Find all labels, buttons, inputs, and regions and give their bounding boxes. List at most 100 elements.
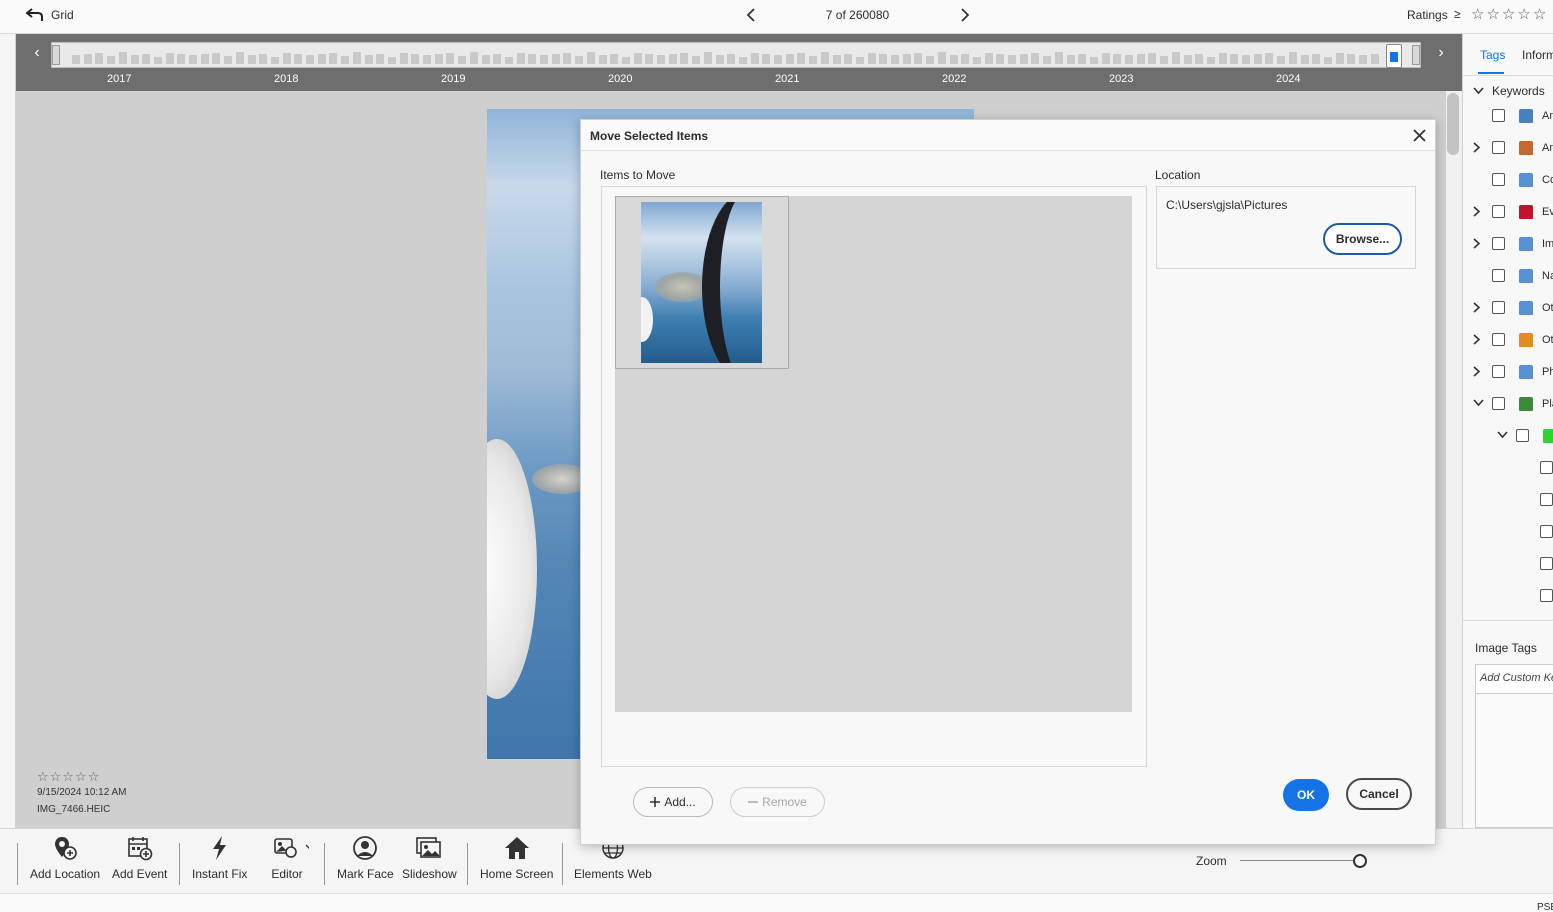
photo-rating-stars[interactable]: ☆☆☆☆☆	[37, 769, 127, 785]
item-thumbnail[interactable]	[615, 196, 789, 369]
keyword-checkbox[interactable]	[1540, 525, 1553, 538]
home-screen-button[interactable]: Home Screen	[480, 835, 553, 881]
timeline-bar	[142, 54, 151, 64]
timeline-start-handle[interactable]	[52, 45, 60, 65]
chevron-right-icon[interactable]	[1473, 302, 1483, 313]
timeline-bar	[1230, 54, 1239, 64]
add-items-button[interactable]: Add...	[633, 787, 713, 817]
keyword-checkbox[interactable]	[1540, 493, 1553, 506]
keyword-checkbox[interactable]	[1540, 461, 1553, 474]
timeline-year: 2023	[1109, 73, 1134, 85]
dialog-close-button[interactable]	[1411, 127, 1428, 144]
editor-button[interactable]: Editor	[265, 835, 309, 881]
star-icon[interactable]: ☆	[1486, 5, 1499, 23]
keyword-checkbox[interactable]	[1492, 301, 1505, 314]
chevron-right-icon[interactable]	[1473, 366, 1483, 377]
timeline-bar	[1078, 54, 1087, 64]
ratings-operator[interactable]: ≥	[1454, 7, 1461, 21]
keyword-checkbox[interactable]	[1492, 205, 1505, 218]
timeline-bar	[1054, 52, 1063, 64]
timeline-bar	[961, 54, 970, 64]
chevron-down-icon[interactable]	[1497, 430, 1508, 440]
keyword-label[interactable]: Ph	[1542, 366, 1553, 378]
keyword-checkbox[interactable]	[1492, 173, 1505, 186]
remove-items-button[interactable]: Remove	[730, 787, 825, 817]
timeline-bar	[1288, 52, 1297, 64]
next-photo-button[interactable]	[954, 6, 974, 24]
house-icon	[1519, 109, 1533, 123]
keyword-label[interactable]: An	[1542, 142, 1553, 154]
keyword-checkbox[interactable]	[1516, 429, 1529, 442]
tab-information[interactable]: Inform	[1522, 48, 1553, 62]
back-to-grid-button[interactable]: Grid	[26, 7, 74, 22]
timeline-next-button[interactable]: ›	[1434, 44, 1448, 64]
keyword-checkbox[interactable]	[1540, 557, 1553, 570]
items-to-move-list[interactable]	[615, 196, 1132, 712]
timeline-bar	[364, 55, 373, 64]
star-icon[interactable]: ☆	[1517, 5, 1530, 23]
keyword-label[interactable]: Co	[1542, 174, 1553, 186]
chevron-down-icon[interactable]	[1473, 398, 1484, 408]
mark-face-button[interactable]: Mark Face	[337, 835, 394, 881]
timeline-bar	[984, 53, 993, 64]
keyword-label[interactable]: An	[1542, 110, 1553, 122]
timeline-bar	[575, 56, 584, 64]
keyword-checkbox[interactable]	[1492, 365, 1505, 378]
timeline-bar	[399, 53, 408, 64]
star-icon[interactable]: ☆	[1502, 5, 1515, 23]
timeline-bar	[329, 53, 338, 64]
keyword-checkbox[interactable]	[1492, 237, 1505, 250]
star-icon[interactable]: ☆	[1533, 5, 1546, 23]
face-icon	[353, 836, 378, 860]
keyword-label[interactable]: Pla	[1542, 398, 1553, 410]
timeline-end-handle[interactable]	[1412, 45, 1420, 65]
right-panel: Tags Inform Keywords An An Co Ev Im Na Ot Ot Ph P…	[1462, 34, 1553, 828]
chevron-right-icon[interactable]	[1473, 334, 1483, 345]
close-icon	[1413, 129, 1426, 142]
zoom-slider-track[interactable]	[1240, 860, 1358, 861]
viewer-scrollbar[interactable]	[1447, 93, 1459, 155]
keywords-header[interactable]: Keywords	[1473, 84, 1545, 98]
chevron-right-icon[interactable]	[1473, 238, 1483, 249]
timeline-bar	[797, 53, 806, 64]
keyword-checkbox[interactable]	[1492, 333, 1505, 346]
cancel-button[interactable]: Cancel	[1346, 778, 1412, 810]
keyword-checkbox[interactable]	[1492, 141, 1505, 154]
keyword-label[interactable]: Ot	[1542, 334, 1553, 346]
timeline-bar	[586, 52, 595, 64]
timeline-prev-button[interactable]: ‹	[30, 44, 44, 64]
timeline-bar	[153, 57, 162, 64]
left-panel-collapsed[interactable]	[0, 34, 16, 828]
location-path: C:\Users\gjsla\Pictures	[1166, 198, 1288, 212]
instant-fix-button[interactable]: Instant Fix	[192, 835, 247, 881]
zoom-slider-handle[interactable]	[1353, 854, 1367, 868]
keyword-checkbox[interactable]	[1492, 109, 1505, 122]
timeline-current-marker[interactable]	[1386, 44, 1402, 68]
timeline-bar	[130, 55, 139, 64]
star-icon[interactable]: ☆	[1471, 5, 1484, 23]
keyword-label[interactable]: Ot	[1542, 302, 1553, 314]
timeline-year: 2020	[608, 73, 633, 85]
timeline-bar	[832, 55, 841, 64]
browse-button[interactable]: Browse...	[1323, 223, 1402, 255]
timeline-track[interactable]	[51, 42, 1421, 68]
slideshow-button[interactable]: Slideshow	[402, 835, 457, 881]
timeline-bar	[1277, 56, 1286, 64]
add-custom-keyword-input[interactable]: Add Custom Ke	[1475, 664, 1553, 694]
add-location-button[interactable]: Add Location	[30, 835, 100, 881]
chevron-right-icon[interactable]	[1473, 142, 1483, 153]
keyword-checkbox[interactable]	[1492, 269, 1505, 282]
keyword-checkbox[interactable]	[1492, 397, 1505, 410]
add-event-button[interactable]: Add Event	[112, 835, 167, 881]
timeline-bar	[551, 54, 560, 64]
tab-tags[interactable]: Tags	[1480, 48, 1505, 62]
previous-photo-button[interactable]	[742, 6, 762, 24]
keyword-label[interactable]: Na	[1542, 270, 1553, 282]
timeline-bar	[118, 52, 127, 64]
timeline-bar	[1113, 54, 1122, 64]
keyword-checkbox[interactable]	[1540, 589, 1553, 602]
keyword-label[interactable]: Im	[1542, 238, 1553, 250]
chevron-right-icon[interactable]	[1473, 206, 1483, 217]
keyword-label[interactable]: Ev	[1542, 206, 1553, 218]
ok-button[interactable]: OK	[1283, 779, 1329, 811]
